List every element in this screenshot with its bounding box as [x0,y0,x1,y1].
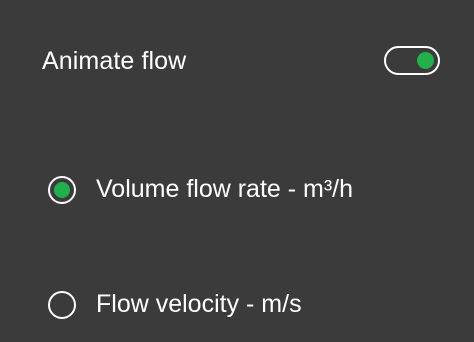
animate-flow-toggle[interactable] [384,46,440,75]
radio-dot [53,181,70,198]
radio-unselected-icon[interactable] [48,291,76,319]
radio-option-flow-velocity[interactable]: Flow velocity - m/s [0,281,474,327]
flow-velocity-label[interactable]: Flow velocity - m/s [96,281,302,327]
animate-flow-row: Animate flow [0,38,474,84]
toggle-knob [417,51,434,69]
volume-flow-rate-label[interactable]: Volume flow rate - m³/h [96,166,353,212]
radio-selected-icon[interactable] [48,176,76,204]
flow-settings-panel: Animate flow Volume flow rate - m³/h Flo… [0,0,474,342]
radio-option-volume-flow-rate[interactable]: Volume flow rate - m³/h [0,166,474,212]
animate-flow-label: Animate flow [42,47,187,75]
